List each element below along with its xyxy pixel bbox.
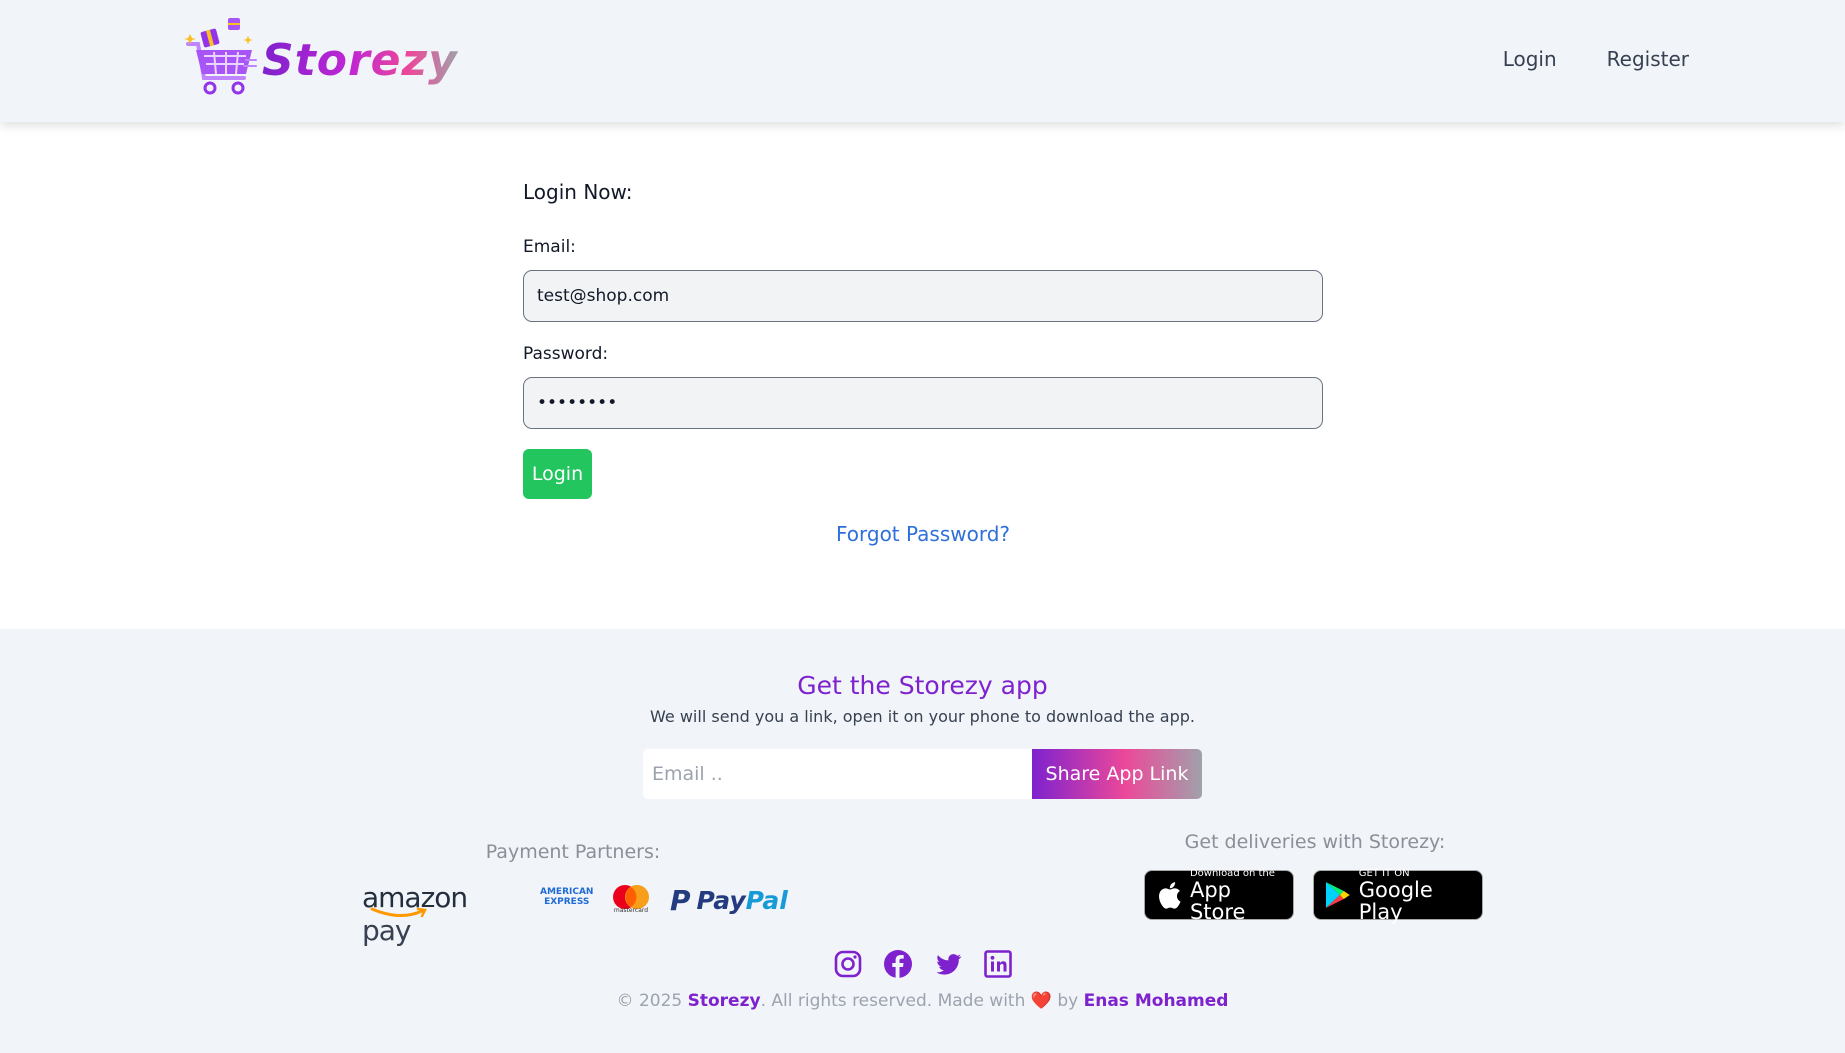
american-express-logo: AMERICAN EXPRESS [540,887,593,907]
app-store-big-text: App Store [1189,877,1246,924]
mastercard-text: mastercard [613,907,649,914]
forgot-password-link: Forgot Password? [523,522,1323,546]
copyright-text: © 2025 Storezy. All rights reserved. Mad… [0,991,1845,1011]
form-title: Login Now: [523,180,633,204]
email-field[interactable]: test@shop.com [523,270,1323,322]
app-store-badge[interactable]: Download on the App Store [1144,867,1294,924]
forgot-password-text[interactable]: Forgot Password? [836,522,1010,546]
top-nav: Login Register [1503,47,1689,71]
paypal-logo: P PayPal [670,884,788,917]
share-app-link-button[interactable]: Share App Link [1032,749,1202,799]
amazon-smile-icon [370,907,427,918]
brand-name: Storezy [262,34,458,86]
share-app-form: Email .. Share App Link [643,749,1202,799]
app-store-small-text: Download on the [1189,867,1275,879]
site-header: Storezy Login Register [0,0,1845,122]
password-field[interactable]: •••••••• [523,377,1323,429]
heart-icon: ❤️ [1030,991,1052,1011]
paypal-pay-text: Pay [696,886,746,915]
copyright-brand-link[interactable]: Storezy [688,991,761,1011]
site-footer: Get the Storezy app We will send you a l… [0,629,1845,1053]
share-email-input[interactable]: Email .. [643,749,1032,799]
linkedin-icon[interactable] [983,949,1013,979]
google-play-big-text: Google Play [1358,877,1433,924]
amex-line1: AMERICAN [540,887,594,897]
app-promo-subtitle: We will send you a link, open it on your… [650,707,1195,726]
login-form: Login Now: Email: test@shop.com Password… [523,180,1323,546]
brand-logo[interactable]: Storezy [184,16,458,104]
facebook-icon[interactable] [883,949,913,979]
password-value: •••••••• [537,393,618,413]
deliveries-label: Get deliveries with Storezy: [1184,831,1446,853]
instagram-icon[interactable] [833,949,863,979]
copyright-middle: . All rights reserved. Made with [760,991,1031,1011]
payment-partners-label: Payment Partners: [485,841,661,863]
app-promo-title: Get the Storezy app [797,671,1048,700]
login-button[interactable]: Login [523,449,592,499]
amex-line2: EXPRESS [544,897,590,907]
nav-login-link[interactable]: Login [1503,47,1557,71]
social-links [833,949,1013,979]
copyright-by: by [1051,991,1084,1011]
shopping-cart-logo-icon [184,18,257,95]
email-label: Email: [523,237,576,257]
google-play-badge[interactable]: GET IT ON Google Play [1313,867,1483,924]
google-play-small-text: GET IT ON [1358,867,1410,879]
apple-icon [1159,882,1181,909]
google-play-icon [1325,882,1350,908]
password-label: Password: [523,344,609,364]
copyright-prefix: © 2025 [616,991,688,1011]
paypal-p-icon: P [670,884,691,917]
author-link[interactable]: Enas Mohamed [1084,991,1229,1011]
paypal-pal-text: Pal [745,886,788,915]
nav-register-link[interactable]: Register [1607,47,1689,71]
twitter-icon[interactable] [933,949,963,979]
email-value: test@shop.com [537,286,670,306]
